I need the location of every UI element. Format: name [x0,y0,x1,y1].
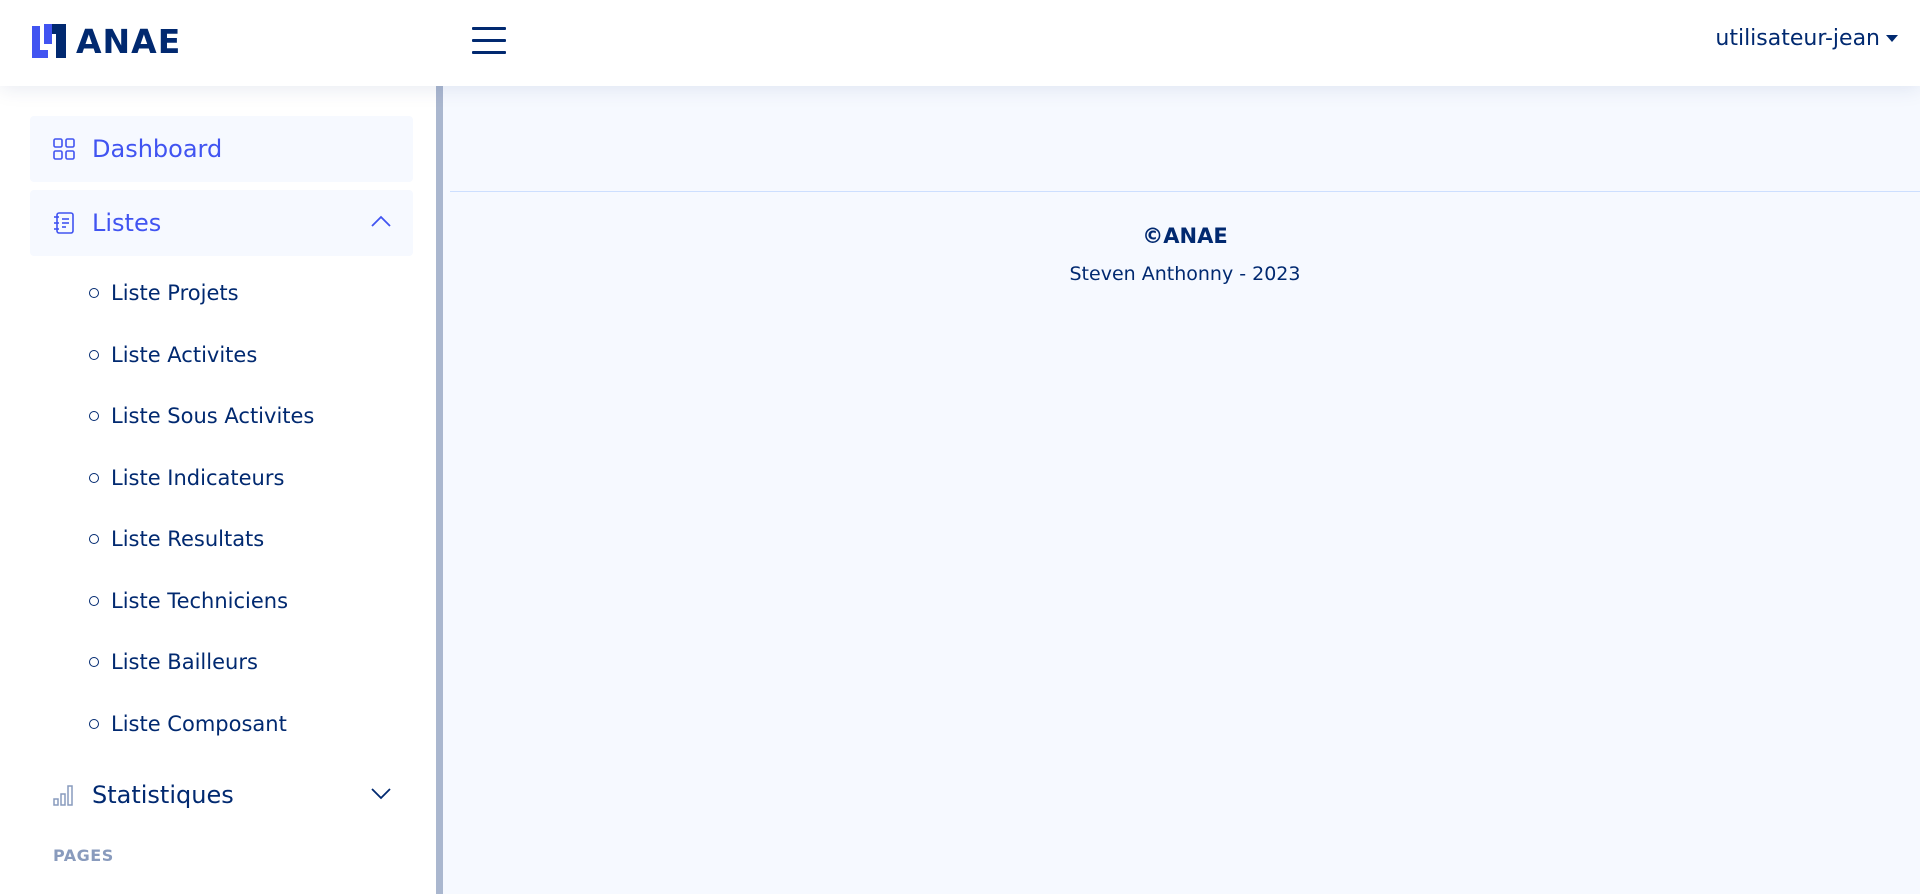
circle-icon [89,719,99,729]
caret-down-icon [1886,35,1898,42]
footer-credit: Steven Anthonny - 2023 [1069,263,1301,285]
sidebar-subitem-liste-resultats[interactable]: Liste Resultats [89,522,264,556]
circle-icon [89,411,99,421]
sidebar-item-label: Dashboard [92,135,223,163]
circle-icon [89,288,99,298]
user-dropdown[interactable]: utilisateur-jean [1715,26,1898,51]
top-header: ANAE utilisateur-jean [0,0,1920,86]
subitem-label: Liste Projets [111,281,239,305]
circle-icon [89,596,99,606]
subitem-label: Liste Composant [111,712,287,736]
chevron-up-icon [371,215,391,227]
sidebar-subitem-liste-techniciens[interactable]: Liste Techniciens [89,584,288,618]
nav-heading-pages: PAGES [53,846,114,865]
chevron-down-icon [371,788,391,800]
user-name: utilisateur-jean [1715,26,1880,51]
subitem-label: Liste Activites [111,343,258,367]
bar-chart-icon [53,785,73,806]
sidebar-item-statistiques[interactable]: Statistiques [30,762,413,828]
sidebar-subitem-liste-sous-activites[interactable]: Liste Sous Activites [89,399,314,433]
brand-name: ANAE [76,21,182,61]
circle-icon [89,473,99,483]
sidebar-item-listes[interactable]: Listes [30,190,413,256]
sidebar-item-label: Listes [92,209,162,237]
sidebar-subitem-liste-indicateurs[interactable]: Liste Indicateurs [89,461,284,495]
circle-icon [89,657,99,667]
subitem-label: Liste Indicateurs [111,466,285,490]
sidebar-subitem-liste-projets[interactable]: Liste Projets [89,276,239,310]
sidebar-subitem-liste-activites[interactable]: Liste Activites [89,338,257,372]
hamburger-menu-icon[interactable] [472,27,506,57]
sidebar: Dashboard Listes Liste Projets Liste Act… [0,86,443,894]
grid-icon [53,138,75,160]
sidebar-item-label: Statistiques [92,781,234,809]
footer-copyright: ©ANAE [1142,224,1228,248]
circle-icon [89,534,99,544]
subitem-label: Liste Techniciens [111,589,289,613]
footer-divider [450,191,1920,192]
sidebar-subitem-liste-composant[interactable]: Liste Composant [89,707,287,741]
sidebar-item-dashboard[interactable]: Dashboard [30,116,413,182]
anae-logo-icon [32,24,66,58]
sidebar-subitem-liste-bailleurs[interactable]: Liste Bailleurs [89,645,258,679]
subitem-label: Liste Sous Activites [111,404,315,428]
subitem-label: Liste Bailleurs [111,650,258,674]
journal-text-icon [54,212,74,234]
circle-icon [89,350,99,360]
logo[interactable]: ANAE [30,21,182,61]
main-content: ©ANAE Steven Anthonny - 2023 [450,86,1920,894]
subitem-label: Liste Resultats [111,527,265,551]
